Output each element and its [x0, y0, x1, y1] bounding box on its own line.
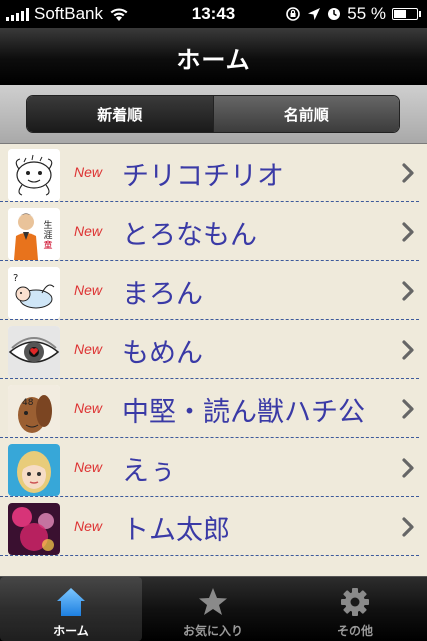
- status-bar: SoftBank 13:43 55 %: [0, 0, 427, 28]
- tab-bar: ホーム お気に入り その他: [0, 576, 427, 641]
- sort-toolbar: 新着順 名前順: [0, 85, 427, 144]
- guy-orange-shirt-avatar: 生 涯 童: [8, 208, 60, 260]
- tab-favorites-label: お気に入り: [182, 624, 243, 638]
- user-list: New チリコチリオ 生 涯 童 New とろなもん ? New まろん New…: [0, 144, 427, 576]
- new-badge: New: [74, 223, 103, 239]
- list-item[interactable]: New もめん: [0, 321, 427, 379]
- gear-icon: [341, 588, 369, 616]
- list-item-name: 中堅・読ん獣ハチ公: [122, 397, 365, 428]
- sort-newest-segment[interactable]: 新着順: [27, 96, 213, 132]
- list-item-name: トム太郎: [122, 515, 230, 546]
- tab-home-label: ホーム: [53, 624, 89, 638]
- chevron-right-icon: [402, 281, 414, 301]
- svg-text:生: 生: [43, 219, 52, 231]
- avatar: [8, 326, 60, 378]
- status-right: 55 %: [285, 4, 421, 24]
- battery-percent: 55 %: [347, 4, 386, 23]
- alarm-clock-icon: [328, 8, 341, 20]
- home-icon: [57, 588, 85, 616]
- chevron-right-icon: [402, 458, 414, 478]
- star-icon: [199, 588, 227, 615]
- row-divider: [0, 496, 419, 497]
- avatar: 生 涯 童: [8, 208, 60, 260]
- sort-name-segment[interactable]: 名前順: [212, 96, 399, 132]
- new-badge: New: [74, 164, 103, 180]
- sort-segmented-control: 新着順 名前順: [26, 95, 400, 133]
- new-badge: New: [74, 459, 103, 475]
- list-item-name: とろなもん: [122, 220, 257, 251]
- list-item-name: もめん: [122, 338, 203, 369]
- chevron-right-icon: [402, 517, 414, 537]
- chevron-right-icon: [402, 163, 414, 183]
- row-divider: [0, 260, 419, 261]
- list-item[interactable]: New トム太郎: [0, 498, 427, 556]
- avatar: [8, 149, 60, 201]
- neon-pink-photo-avatar: [8, 503, 60, 555]
- list-item[interactable]: 48 New 中堅・読ん獣ハチ公: [0, 380, 427, 438]
- row-divider: [0, 378, 419, 379]
- svg-text:48: 48: [22, 398, 34, 408]
- avatar: [8, 444, 60, 496]
- chevron-right-icon: [402, 340, 414, 360]
- rotation-lock-icon: [286, 7, 301, 21]
- svg-text:?: ?: [13, 273, 18, 284]
- svg-text:涯: 涯: [43, 230, 52, 241]
- new-badge: New: [74, 400, 103, 416]
- tab-home[interactable]: ホーム: [0, 577, 142, 641]
- list-item-name: えぅ: [122, 456, 176, 487]
- row-divider: [0, 437, 419, 438]
- chevron-right-icon: [402, 222, 414, 242]
- list-item[interactable]: New チリコチリオ: [0, 144, 427, 202]
- list-item[interactable]: 生 涯 童 New とろなもん: [0, 203, 427, 261]
- battery-icon: [392, 8, 421, 20]
- avatar: ?: [8, 267, 60, 319]
- chevron-right-icon: [402, 399, 414, 419]
- row-divider: [0, 555, 419, 556]
- list-item-name: まろん: [122, 279, 203, 310]
- list-item-name: チリコチリオ: [122, 161, 284, 192]
- location-arrow-icon: [308, 8, 321, 20]
- avatar: 48: [8, 385, 60, 437]
- new-badge: New: [74, 282, 103, 298]
- tab-other-label: その他: [336, 624, 373, 638]
- new-badge: New: [74, 341, 103, 357]
- page-title: ホーム: [176, 46, 251, 74]
- eye-heart-avatar: [8, 326, 60, 378]
- new-badge: New: [74, 518, 103, 534]
- brown-dog-avatar: 48: [8, 385, 60, 437]
- navigation-bar: ホーム: [0, 28, 427, 85]
- avatar: [8, 503, 60, 555]
- list-item[interactable]: ? New まろん: [0, 262, 427, 320]
- tab-other[interactable]: その他: [284, 577, 426, 641]
- row-divider: [0, 319, 419, 320]
- lying-baby-doodle-avatar: ?: [8, 267, 60, 319]
- list-item[interactable]: New えぅ: [0, 439, 427, 497]
- row-divider: [0, 201, 419, 202]
- tab-favorites[interactable]: お気に入り: [142, 577, 284, 641]
- doodle-creature-avatar: [8, 149, 60, 201]
- svg-text:童: 童: [43, 239, 52, 251]
- blonde-avatar: [8, 444, 60, 496]
